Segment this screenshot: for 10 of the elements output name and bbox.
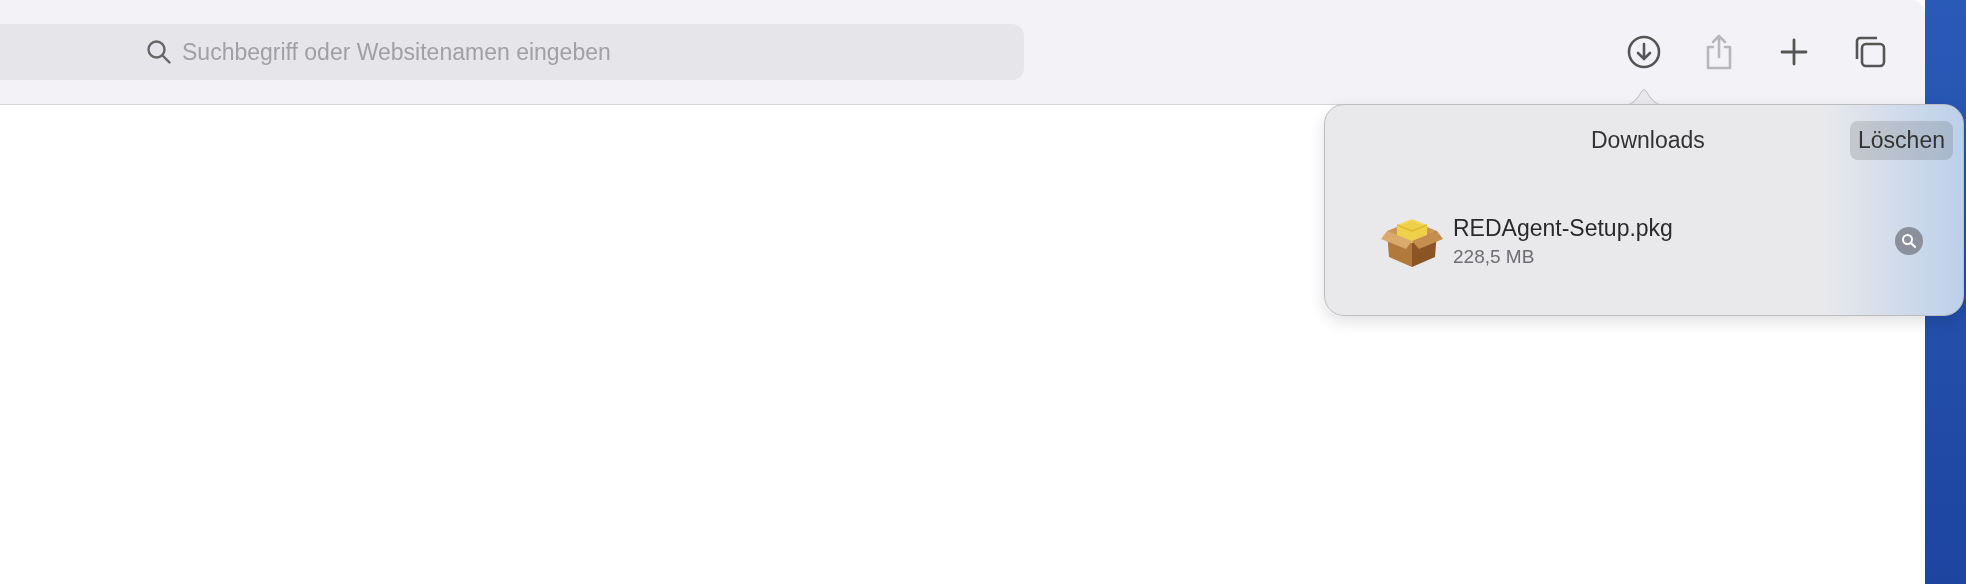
search-field[interactable]: Suchbegriff oder Websitenamen eingeben <box>0 24 1024 80</box>
popover-title: Downloads <box>1591 126 1705 154</box>
file-name: REDAgent-Setup.pkg <box>1453 214 1673 242</box>
download-icon <box>1627 35 1661 69</box>
search-icon <box>146 39 172 65</box>
reveal-button[interactable] <box>1895 227 1923 255</box>
clear-button[interactable]: Löschen <box>1850 120 1953 160</box>
file-size: 228,5 MB <box>1453 245 1536 268</box>
plus-icon <box>1780 38 1808 66</box>
share-icon <box>1704 33 1734 71</box>
